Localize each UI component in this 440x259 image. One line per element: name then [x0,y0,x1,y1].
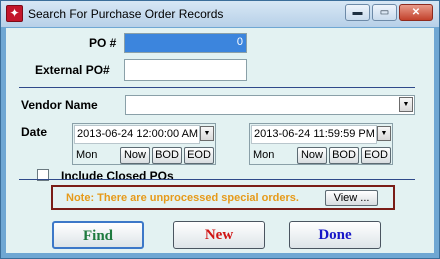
date-from-now-button[interactable]: Now [120,147,150,164]
special-orders-note: Note: There are unprocessed special orde… [51,185,395,210]
close-button[interactable]: ✕ [399,4,433,21]
external-po-label: External PO# [35,63,110,77]
date-from-bod-button[interactable]: BOD [152,147,182,164]
date-to-day: Mon [253,149,275,161]
view-button[interactable]: View ... [325,190,378,206]
vendor-name-label: Vendor Name [21,98,98,112]
form-area: PO # 0 External PO# Vendor Name ▼ Date 2… [6,28,434,253]
date-from-input[interactable]: 2013-06-24 12:00:00 AM [74,125,200,144]
po-number-input[interactable]: 0 [124,33,247,53]
date-from-dropdown-icon[interactable]: ▼ [200,126,214,141]
window-title: Search For Purchase Order Records [28,7,224,21]
date-to-now-button[interactable]: Now [297,147,327,164]
date-from-eod-button[interactable]: EOD [184,147,214,164]
new-button[interactable]: New [173,221,265,249]
date-to-eod-button[interactable]: EOD [361,147,391,164]
find-button[interactable]: Find [52,221,144,249]
date-from-day: Mon [76,149,98,161]
date-label: Date [21,125,48,139]
date-to-picker: 2013-06-24 11:59:59 PM ▼ Mon Now BOD EOD [249,123,393,165]
date-to-bod-button[interactable]: BOD [329,147,359,164]
star-app-icon: ✦ [6,5,23,22]
search-po-window: ✦ Search For Purchase Order Records ▬ ▭ … [0,0,440,259]
chevron-down-icon[interactable]: ▼ [399,97,413,112]
note-text: Note: There are unprocessed special orde… [66,192,299,204]
vendor-name-select[interactable]: ▼ [125,95,415,115]
done-button[interactable]: Done [289,221,381,249]
date-from-picker: 2013-06-24 12:00:00 AM ▼ Mon Now BOD EOD [72,123,216,165]
bottom-separator [19,179,415,180]
external-po-input[interactable] [124,59,247,81]
date-to-dropdown-icon[interactable]: ▼ [377,126,391,141]
top-separator [19,87,415,88]
title-bar[interactable]: ✦ Search For Purchase Order Records ▬ ▭ … [1,1,439,27]
include-closed-label: Include Closed POs [61,169,174,183]
minimize-button[interactable]: ▬ [345,4,370,21]
po-number-label: PO # [89,36,117,50]
date-to-input[interactable]: 2013-06-24 11:59:59 PM [251,125,377,144]
maximize-button[interactable]: ▭ [372,4,397,21]
